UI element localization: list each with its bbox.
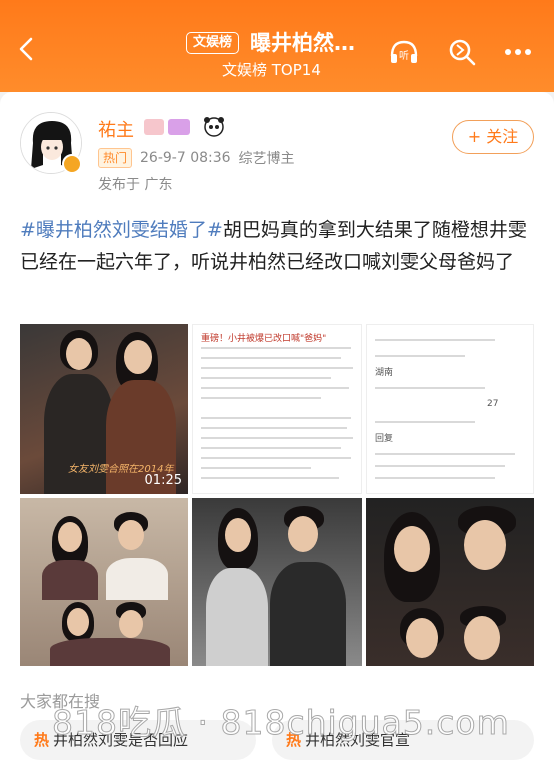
post-text: #曝井柏然刘雯结婚了#胡巴妈真的拿到大结果了随橙想井雯已经在一起六年了，听说井柏… [20, 214, 535, 278]
list-tag: 文娱榜 [186, 32, 240, 54]
follow-button[interactable]: + 关注 [452, 120, 534, 154]
article-headline: 重磅！小井被爆已改口喊"爸妈" [201, 334, 327, 344]
comment-location: 湖南 [375, 368, 394, 378]
user-badges [144, 117, 224, 137]
photo-couple-1[interactable] [20, 498, 188, 666]
video-thumbnail[interactable]: 女友刘雯合照在2014年 01:25 [20, 324, 188, 494]
hashtag-link[interactable]: #曝井柏然刘雯结婚了# [20, 219, 223, 241]
watermark: 818吃瓜 · 818chigua5.com [52, 703, 510, 743]
top-bar: 文娱榜 曝井柏然… 文娱榜 TOP14 听 [0, 0, 554, 92]
comment-count: 27 [487, 399, 499, 409]
post-card: 祐主 + 关注 热门 26-9-7 08:36 综艺博主 发布于 广东 #曝井柏… [0, 92, 554, 780]
username[interactable]: 祐主 [98, 116, 134, 142]
hot-list-title: 文娱榜 曝井柏然… [186, 28, 386, 58]
search-icon[interactable] [446, 36, 478, 68]
comments-screenshot[interactable]: 湖南 27 回复 [366, 324, 534, 494]
post-meta: 热门 26-9-7 08:36 综艺博主 [98, 148, 295, 168]
back-arrow-icon[interactable] [12, 34, 42, 64]
listen-icon[interactable]: 听 [388, 36, 420, 68]
post-category: 综艺博主 [238, 151, 295, 167]
photo-couple-2[interactable] [192, 498, 362, 666]
article-screenshot[interactable]: 重磅！小井被爆已改口喊"爸妈" [192, 324, 362, 494]
comment-reply: 回复 [375, 434, 394, 444]
svg-text:听: 听 [399, 50, 409, 62]
hot-badge: 热门 [98, 148, 133, 168]
post-location: 发布于 广东 [98, 177, 173, 193]
hot-search-icon: 热 [34, 731, 50, 749]
page-subtitle: 文娱榜 TOP14 [222, 61, 321, 79]
verified-icon [62, 154, 82, 174]
page-title: 曝井柏然… [250, 31, 355, 55]
post-time: 26-9-7 08:36 [140, 150, 231, 166]
photo-couple-3[interactable] [366, 498, 534, 666]
more-icon[interactable] [502, 36, 534, 68]
video-duration: 01:25 [144, 473, 182, 488]
